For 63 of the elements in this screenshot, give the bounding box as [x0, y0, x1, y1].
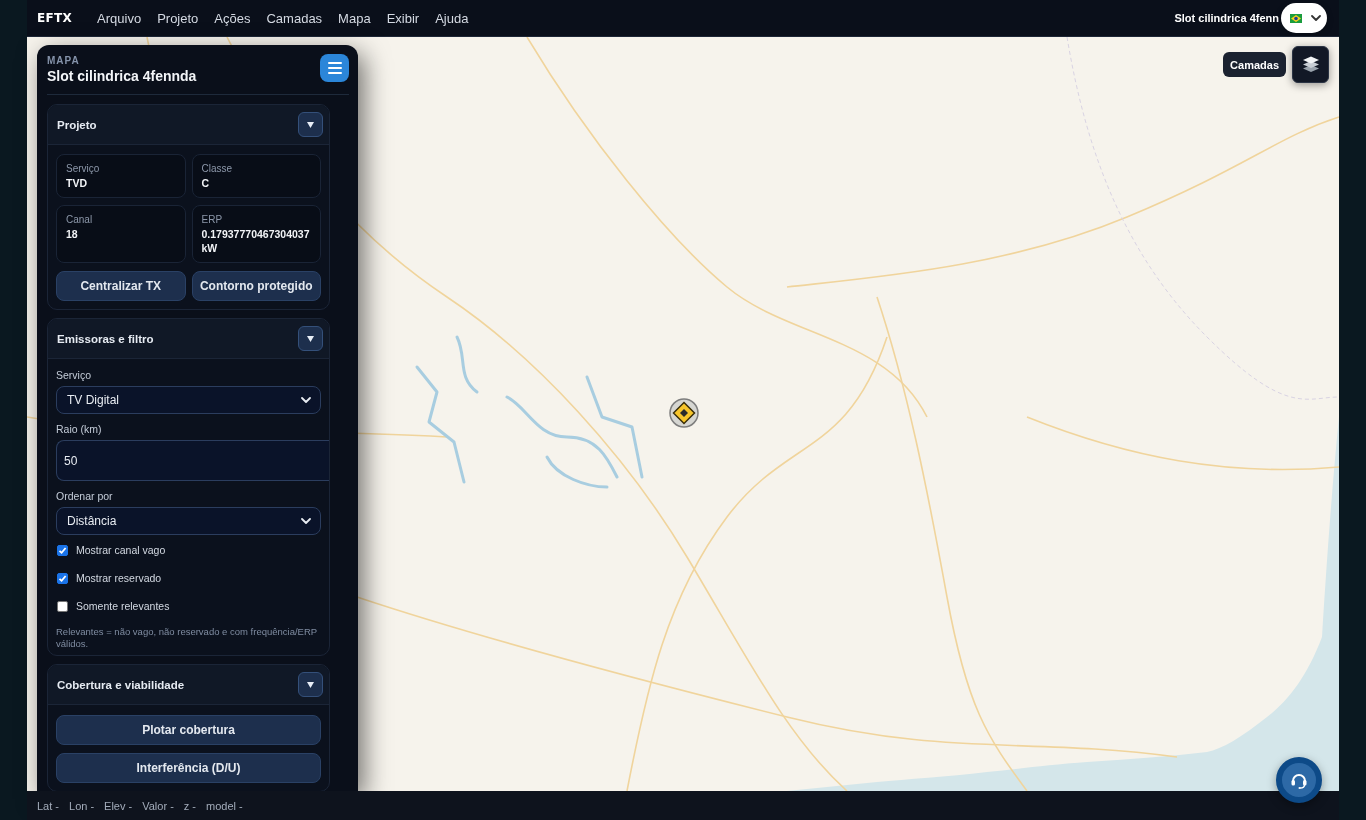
caret-icon: [307, 121, 314, 128]
menu-item[interactable]: Camadas: [258, 4, 331, 32]
collapse-button[interactable]: [298, 326, 323, 351]
status-reading: Lon -: [69, 799, 95, 812]
section-title: Emissoras e filtro: [57, 332, 154, 345]
layers-button[interactable]: [1292, 46, 1329, 83]
status-reading: z -: [183, 799, 197, 812]
checkbox-label: Somente relevantes: [76, 600, 170, 612]
layers-icon: [1301, 56, 1320, 73]
checkbox-label: Mostrar reservado: [76, 572, 162, 584]
checkbox[interactable]: [57, 544, 68, 556]
text-field[interactable]: 50: [56, 440, 329, 481]
select-field[interactable]: TV Digital: [56, 386, 321, 414]
brand-name: EFTX: [37, 11, 73, 25]
checkbox[interactable]: [57, 572, 68, 584]
info-value: 18: [66, 227, 79, 241]
menu-item[interactable]: Ações: [206, 4, 259, 32]
menu-item[interactable]: Exibir: [378, 4, 428, 32]
status-reading: Valor -: [142, 799, 174, 812]
field-label: Raio (km): [56, 422, 103, 436]
checkbox[interactable]: [57, 600, 68, 612]
checkbox-label: Mostrar canal vago: [76, 544, 166, 556]
chevron-icon: [1311, 15, 1321, 21]
hint-text: Relevantes = não vago, não reservado e com frequência/ERP válidos.: [56, 626, 318, 650]
action-button[interactable]: Contorno protegido: [191, 271, 321, 301]
panel-title: Slot cilindrica 4fennda: [47, 67, 197, 85]
chevron-icon: [301, 397, 311, 403]
collapse-button[interactable]: [298, 672, 323, 697]
info-label: Canal: [66, 213, 94, 226]
collapse-button[interactable]: [298, 112, 323, 137]
caret-icon: [307, 335, 314, 342]
project-title: Slot cilindrica 4fenn: [1174, 12, 1279, 24]
caret-icon: [307, 681, 314, 688]
status-reading: Elev -: [104, 799, 133, 812]
menu-icon: [327, 62, 342, 74]
field-label: Serviço: [56, 368, 92, 382]
field-label: Ordenar por: [56, 489, 114, 503]
language-select[interactable]: [1281, 3, 1327, 33]
menu-item[interactable]: Ajuda: [427, 4, 477, 32]
diamond-marker-icon[interactable]: [669, 398, 699, 428]
section-title: Cobertura e viabilidade: [57, 678, 185, 691]
info-value: TVD: [66, 176, 88, 190]
menu-item[interactable]: Projeto: [149, 4, 207, 32]
menu-item[interactable]: Mapa: [330, 4, 379, 32]
menu-item[interactable]: Arquivo: [89, 4, 150, 32]
chevron-icon: [301, 518, 311, 524]
action-button[interactable]: Interferência (D/U): [56, 753, 321, 783]
action-button[interactable]: Plotar cobertura: [56, 715, 321, 745]
section-title: Projeto: [57, 118, 97, 131]
info-label: Serviço: [66, 162, 101, 175]
select-field[interactable]: Distância: [56, 507, 321, 535]
info-value: C: [201, 176, 211, 190]
panel-eyebrow: MAPA: [47, 55, 81, 67]
headset-icon: [1290, 771, 1308, 789]
info-label: Classe: [201, 162, 234, 175]
flag-icon: [1290, 13, 1302, 23]
status-reading: Lat -: [37, 799, 59, 812]
layers-tooltip: Camadas: [1223, 52, 1286, 77]
status-reading: model -: [206, 799, 243, 812]
info-label: ERP: [201, 213, 224, 226]
info-value: 0.17937770467304037 kW: [201, 227, 311, 255]
menu-button[interactable]: [320, 54, 349, 82]
action-button[interactable]: Centralizar TX: [56, 271, 186, 301]
